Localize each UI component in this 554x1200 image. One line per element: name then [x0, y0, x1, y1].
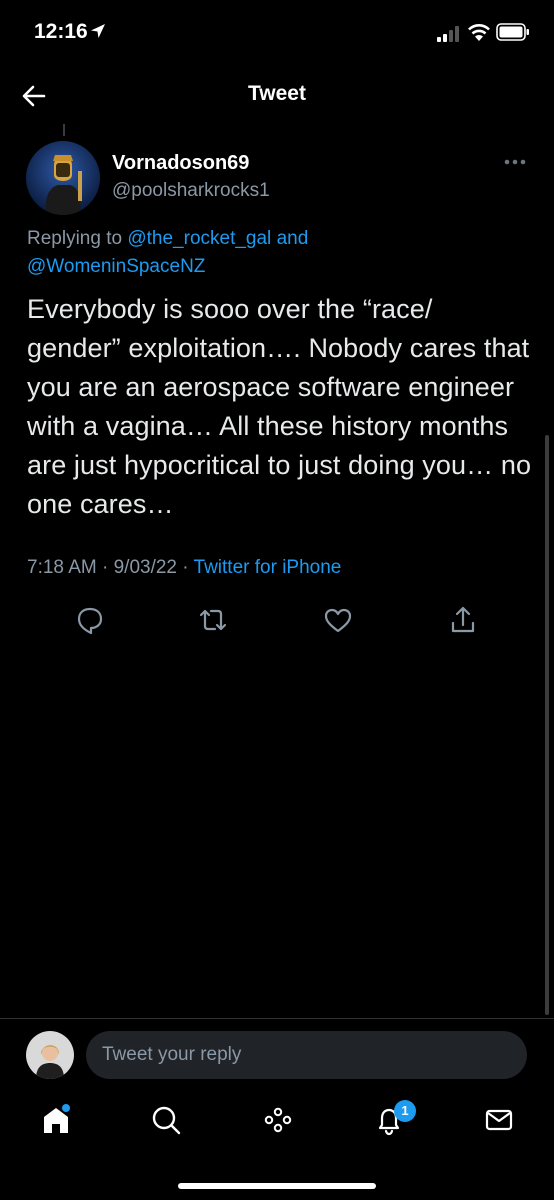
retweet-icon[interactable] — [193, 600, 233, 640]
tweet-source-link[interactable]: Twitter for iPhone — [194, 557, 342, 578]
author-display-name[interactable]: Vornadoson69 — [112, 152, 249, 175]
share-icon[interactable] — [443, 600, 483, 640]
tweet-text: Everybody is sooo over the “race/ gender… — [27, 294, 532, 519]
mention-link[interactable]: @the_rocket_gal — [127, 228, 271, 249]
home-indicator[interactable] — [178, 1183, 376, 1189]
tweet-action-bar — [0, 600, 554, 640]
notification-count-badge: 1 — [394, 1100, 416, 1122]
replying-to: Replying to @the_rocket_gal and @Womenin… — [27, 225, 527, 281]
page-title: Tweet — [248, 82, 306, 105]
author-handle[interactable]: @poolsharkrocks1 — [112, 180, 270, 202]
reply-icon[interactable] — [70, 600, 110, 640]
status-bar: 12:16 — [0, 0, 554, 70]
home-icon[interactable] — [36, 1100, 76, 1140]
status-time: 12:16 — [34, 20, 88, 43]
divider — [0, 1018, 554, 1019]
mention-link[interactable]: @WomeninSpaceNZ — [27, 256, 205, 277]
spaces-icon[interactable] — [258, 1100, 298, 1140]
author-avatar[interactable] — [26, 141, 100, 215]
more-options-icon[interactable] — [501, 152, 529, 172]
battery-icon — [496, 23, 529, 41]
bottom-tab-bar — [0, 1090, 554, 1160]
replying-to-label: Replying to — [27, 228, 123, 249]
cellular-signal-icon — [437, 26, 459, 42]
top-nav-bar: Tweet — [0, 70, 554, 122]
search-icon[interactable] — [146, 1100, 186, 1140]
replying-and-label: and — [276, 228, 309, 249]
scrollbar[interactable] — [545, 435, 549, 1015]
tweet-timestamp: 7:18 AM · 9/03/22 · — [27, 557, 189, 578]
like-icon[interactable] — [318, 600, 358, 640]
user-avatar[interactable] — [26, 1031, 74, 1079]
tweet-metadata: 7:18 AM · 9/03/22 · Twitter for iPhone — [27, 557, 341, 579]
reply-input[interactable]: Tweet your reply — [86, 1031, 527, 1079]
location-arrow-icon — [91, 24, 105, 38]
thread-connector-line — [63, 124, 65, 136]
wifi-icon — [468, 24, 490, 41]
messages-icon[interactable] — [479, 1100, 519, 1140]
